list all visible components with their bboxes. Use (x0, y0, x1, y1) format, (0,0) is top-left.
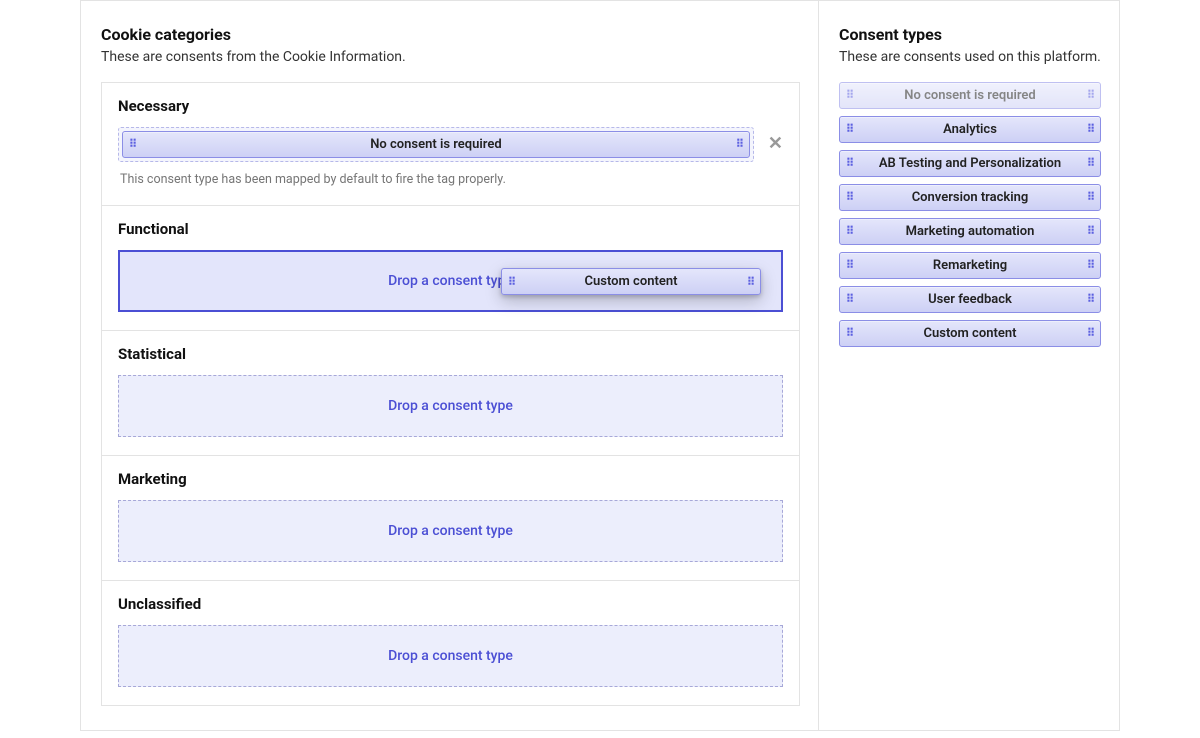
drag-handle-icon: ⠿ (1087, 229, 1094, 234)
drag-handle-icon: ⠿ (846, 127, 853, 132)
drag-handle-icon: ⠿ (1087, 331, 1094, 336)
category-marketing: Marketing Drop a consent type (102, 456, 799, 581)
category-unclassified: Unclassified Drop a consent type (102, 581, 799, 705)
category-title: Marketing (118, 470, 783, 488)
chip-label: Custom content (924, 326, 1017, 341)
dropzone-label: Drop a consent type (388, 273, 513, 289)
consent-mapping-panel: Cookie categories These are consents fro… (80, 0, 1120, 731)
consent-chip-analytics[interactable]: ⠿ Analytics ⠿ (839, 116, 1101, 143)
category-title: Unclassified (118, 595, 783, 613)
category-hint: This consent type has been mapped by def… (120, 172, 781, 187)
mapped-consent-chip[interactable]: ⠿ No consent is required ⠿ (122, 131, 750, 158)
consent-types-subtitle: These are consents used on this platform… (839, 48, 1101, 68)
chip-label: Marketing automation (906, 224, 1035, 239)
consent-chip-no-consent: ⠿ No consent is required ⠿ (839, 82, 1101, 109)
drag-handle-icon: ⠿ (846, 229, 853, 234)
drag-handle-icon: ⠿ (846, 93, 853, 98)
drag-handle-icon: ⠿ (1087, 263, 1094, 268)
drag-handle-icon: ⠿ (846, 297, 853, 302)
chip-label: Conversion tracking (912, 190, 1029, 205)
consent-chip-conversion[interactable]: ⠿ Conversion tracking ⠿ (839, 184, 1101, 211)
drag-handle-icon: ⠿ (1087, 93, 1094, 98)
cookie-categories-column: Cookie categories These are consents fro… (81, 1, 819, 730)
consent-types-list: ⠿ No consent is required ⠿ ⠿ Analytics ⠿… (839, 82, 1101, 347)
dropzone-label: Drop a consent type (388, 398, 513, 414)
consent-dropzone[interactable]: Drop a consent type (118, 625, 783, 687)
category-necessary: Necessary ⠿ No consent is required ⠿ ✕ (102, 83, 799, 206)
cookie-categories-title: Cookie categories (101, 25, 800, 44)
cookie-categories-subtitle: These are consents from the Cookie Infor… (101, 48, 800, 68)
consent-types-column: Consent types These are consents used on… (819, 1, 1119, 730)
close-icon: ✕ (768, 133, 783, 154)
chip-label: No consent is required (370, 137, 501, 152)
category-title: Necessary (118, 97, 783, 115)
consent-chip-marketing-automation[interactable]: ⠿ Marketing automation ⠿ (839, 218, 1101, 245)
category-statistical: Statistical Drop a consent type (102, 331, 799, 456)
consent-chip-custom-content[interactable]: ⠿ Custom content ⠿ (839, 320, 1101, 347)
consent-chip-ab-testing[interactable]: ⠿ AB Testing and Personalization ⠿ (839, 150, 1101, 177)
chip-label: User feedback (928, 292, 1012, 307)
drag-handle-icon: ⠿ (129, 142, 136, 147)
drag-handle-icon: ⠿ (736, 142, 743, 147)
drag-handle-icon: ⠿ (1087, 297, 1094, 302)
consent-types-title: Consent types (839, 25, 1101, 44)
drag-handle-icon: ⠿ (1087, 195, 1094, 200)
drag-handle-icon: ⠿ (1087, 161, 1094, 166)
drag-handle-icon: ⠿ (846, 263, 853, 268)
dragging-chip[interactable]: ⠿ Custom content ⠿ (501, 268, 761, 295)
drag-handle-icon: ⠿ (846, 161, 853, 166)
drag-handle-icon: ⠿ (508, 279, 515, 284)
dropzone-label: Drop a consent type (388, 648, 513, 664)
chip-label: Remarketing (933, 258, 1007, 273)
consent-dropzone[interactable]: Drop a consent type (118, 375, 783, 437)
cookie-categories-list: Necessary ⠿ No consent is required ⠿ ✕ (101, 82, 800, 706)
category-title: Statistical (118, 345, 783, 363)
drag-handle-icon: ⠿ (747, 279, 754, 284)
chip-label: No consent is required (904, 88, 1035, 103)
consent-chip-user-feedback[interactable]: ⠿ User feedback ⠿ (839, 286, 1101, 313)
chip-label: Custom content (585, 274, 678, 289)
remove-mapping-button[interactable]: ✕ (768, 135, 783, 153)
consent-dropzone[interactable]: Drop a consent type (118, 500, 783, 562)
category-title: Functional (118, 220, 783, 238)
consent-chip-remarketing[interactable]: ⠿ Remarketing ⠿ (839, 252, 1101, 279)
chip-label: AB Testing and Personalization (879, 156, 1061, 171)
chip-label: Analytics (943, 122, 997, 137)
drag-handle-icon: ⠿ (846, 195, 853, 200)
drag-handle-icon: ⠿ (846, 331, 853, 336)
dropzone-label: Drop a consent type (388, 523, 513, 539)
drag-handle-icon: ⠿ (1087, 127, 1094, 132)
